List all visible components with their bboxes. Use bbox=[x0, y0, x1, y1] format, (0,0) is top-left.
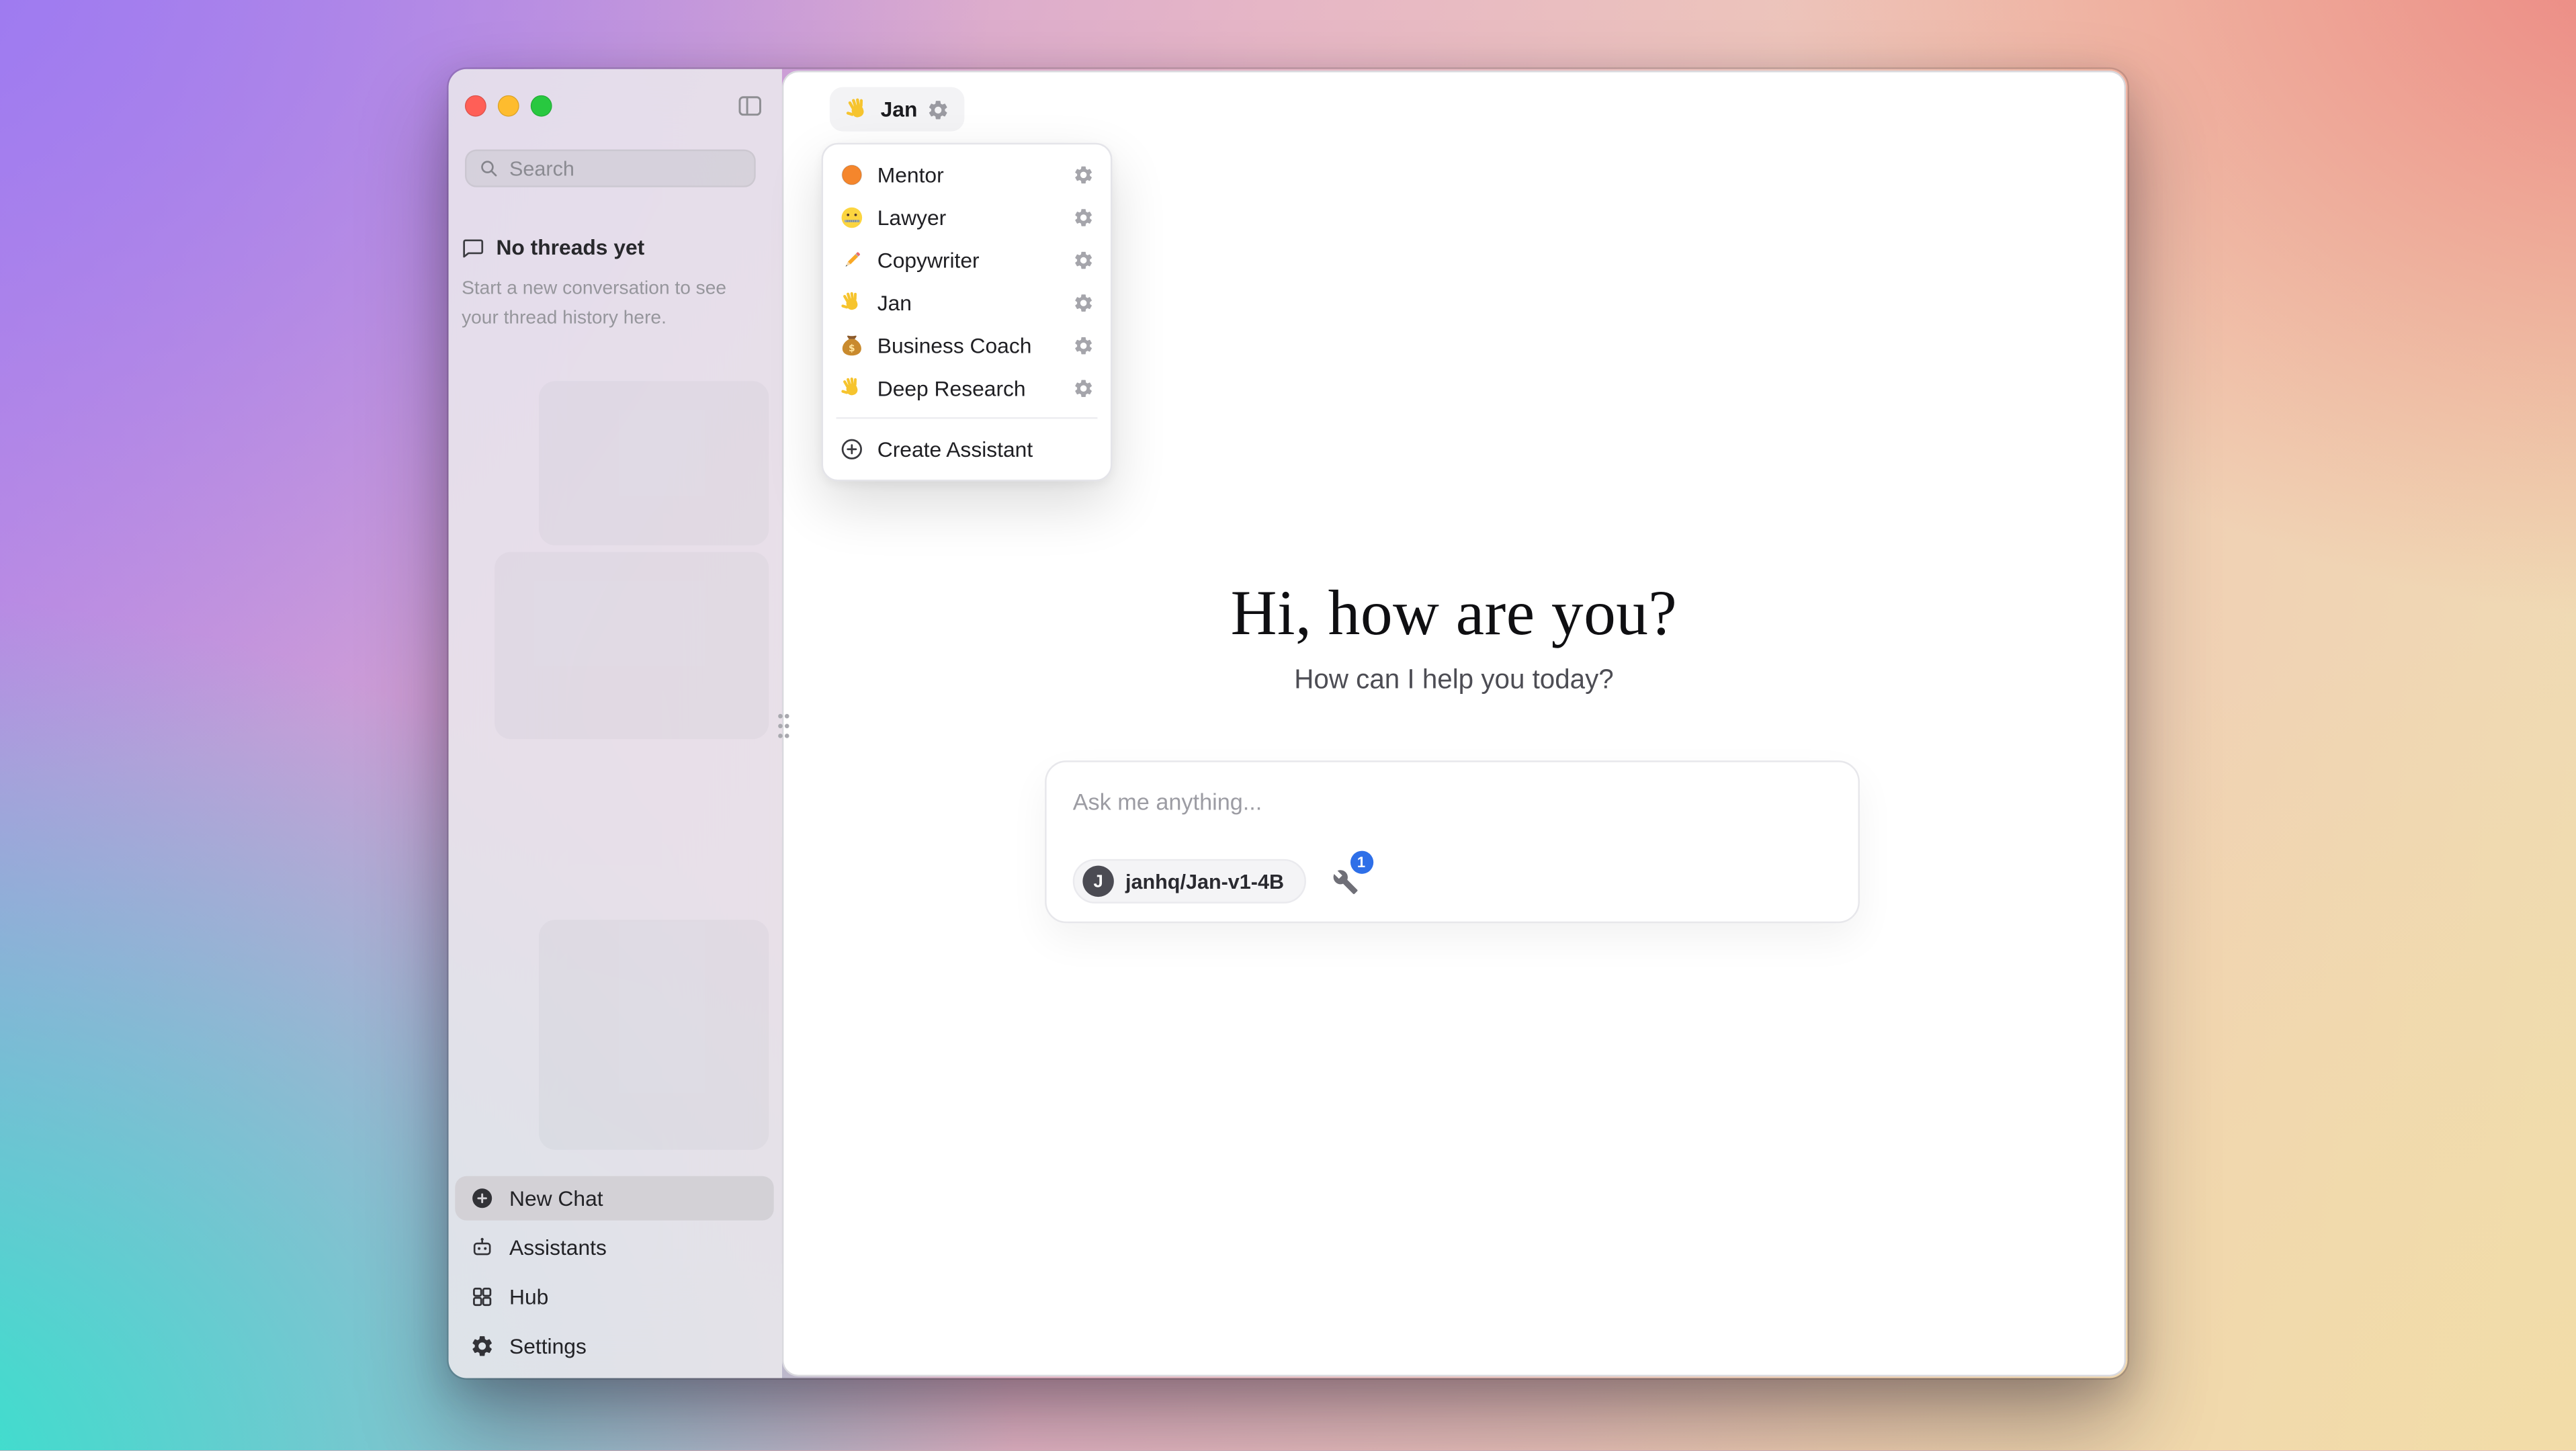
sidebar-item-assistants[interactable]: Assistants bbox=[455, 1225, 773, 1270]
chat-bubble-icon bbox=[462, 236, 484, 259]
zipper-mouth-face-icon bbox=[839, 204, 864, 229]
create-assistant-label: Create Assistant bbox=[877, 437, 1033, 461]
sidebar-nav: New Chat Assistants Hub Settings bbox=[455, 1176, 773, 1368]
empty-state-title: No threads yet bbox=[496, 235, 644, 260]
search-input[interactable] bbox=[509, 157, 742, 180]
waving-hand-icon bbox=[839, 376, 864, 400]
composer-footer: J janhq/Jan-v1-4B 1 bbox=[1073, 859, 1358, 904]
gear-icon[interactable] bbox=[1073, 163, 1094, 185]
sidebar-ghost-panel bbox=[539, 381, 769, 545]
sidebar-ghost-panel bbox=[539, 920, 769, 1149]
waving-hand-icon bbox=[839, 290, 864, 315]
model-avatar: J bbox=[1082, 866, 1113, 897]
gear-icon[interactable] bbox=[1073, 206, 1094, 228]
nav-label: Assistants bbox=[509, 1235, 607, 1260]
robot-icon bbox=[470, 1235, 495, 1260]
sidebar-ghost-panel bbox=[495, 552, 769, 740]
assistant-name: Jan bbox=[881, 97, 918, 122]
nav-label: Settings bbox=[509, 1334, 587, 1359]
assistant-label: Lawyer bbox=[877, 204, 947, 229]
sidebar-item-settings[interactable]: Settings bbox=[455, 1324, 773, 1368]
search-field[interactable] bbox=[465, 150, 756, 187]
assistant-label: Jan bbox=[877, 290, 912, 315]
close-window-button[interactable] bbox=[465, 95, 486, 117]
model-name: janhq/Jan-v1-4B bbox=[1125, 870, 1284, 893]
threads-empty-state: No threads yet Start a new conversation … bbox=[462, 235, 769, 335]
search-icon bbox=[478, 158, 500, 179]
wrench-icon bbox=[1332, 868, 1358, 894]
assistant-label: Copywriter bbox=[877, 247, 980, 272]
empty-state-header: No threads yet bbox=[462, 235, 769, 260]
tools-count-badge: 1 bbox=[1350, 850, 1373, 873]
chat-panel: Jan Mentor Lawyer Copywriter bbox=[782, 71, 2126, 1376]
sidebar-item-new-chat[interactable]: New Chat bbox=[455, 1176, 773, 1221]
nav-label: Hub bbox=[509, 1284, 548, 1309]
assistant-label: Deep Research bbox=[877, 376, 1026, 400]
gear-icon[interactable] bbox=[1073, 292, 1094, 313]
assistant-menu-item-lawyer[interactable]: Lawyer bbox=[831, 195, 1102, 238]
nav-label: New Chat bbox=[509, 1186, 603, 1211]
welcome-hero: Hi, how are you? How can I help you toda… bbox=[783, 578, 2124, 697]
waving-hand-icon bbox=[845, 96, 871, 122]
sidebar: No threads yet Start a new conversation … bbox=[449, 69, 782, 1378]
plus-circle-icon bbox=[470, 1186, 495, 1211]
app-window: No threads yet Start a new conversation … bbox=[449, 69, 2128, 1378]
assistant-menu-item-business-coach[interactable]: Business Coach bbox=[831, 324, 1102, 367]
composer-card: J janhq/Jan-v1-4B 1 bbox=[1045, 760, 1860, 923]
assistant-menu-item-copywriter[interactable]: Copywriter bbox=[831, 238, 1102, 281]
gear-icon bbox=[470, 1334, 495, 1359]
assistant-selector[interactable]: Jan bbox=[830, 87, 965, 132]
gear-icon[interactable] bbox=[1073, 377, 1094, 398]
sidebar-item-hub[interactable]: Hub bbox=[455, 1274, 773, 1319]
greeting-title: Hi, how are you? bbox=[783, 578, 2124, 651]
minimize-window-button[interactable] bbox=[498, 95, 519, 117]
sidebar-panel-icon bbox=[736, 92, 764, 120]
desktop-background: No threads yet Start a new conversation … bbox=[0, 0, 2576, 1450]
model-selector[interactable]: J janhq/Jan-v1-4B bbox=[1073, 859, 1305, 904]
menu-divider bbox=[836, 417, 1098, 419]
assistant-label: Business Coach bbox=[877, 333, 1032, 357]
assistant-menu-item-jan[interactable]: Jan bbox=[831, 281, 1102, 324]
pencil-icon bbox=[839, 247, 864, 272]
assistant-label: Mentor bbox=[877, 162, 944, 187]
assistant-settings-gear-icon[interactable] bbox=[927, 97, 950, 120]
assistant-menu-item-mentor[interactable]: Mentor bbox=[831, 152, 1102, 195]
window-controls bbox=[465, 95, 552, 117]
hub-grid-icon bbox=[470, 1284, 495, 1309]
create-assistant-button[interactable]: Create Assistant bbox=[831, 427, 1102, 472]
toggle-sidebar-button[interactable] bbox=[736, 92, 764, 120]
assistant-menu: Mentor Lawyer Copywriter Jan bbox=[822, 143, 1113, 482]
chat-input[interactable] bbox=[1073, 789, 1832, 815]
plus-circle-icon bbox=[839, 437, 864, 461]
gear-icon[interactable] bbox=[1073, 335, 1094, 356]
zoom-window-button[interactable] bbox=[531, 95, 552, 117]
tools-button[interactable]: 1 bbox=[1332, 868, 1358, 894]
greeting-subtitle: How can I help you today? bbox=[783, 665, 2124, 696]
orange-circle-icon bbox=[839, 162, 864, 187]
empty-state-description: Start a new conversation to see your thr… bbox=[462, 276, 744, 335]
money-bag-icon bbox=[839, 333, 864, 357]
assistant-menu-item-deep-research[interactable]: Deep Research bbox=[831, 366, 1102, 409]
grip-dots-icon bbox=[775, 711, 791, 740]
sidebar-resize-handle[interactable] bbox=[774, 709, 793, 740]
gear-icon[interactable] bbox=[1073, 249, 1094, 270]
